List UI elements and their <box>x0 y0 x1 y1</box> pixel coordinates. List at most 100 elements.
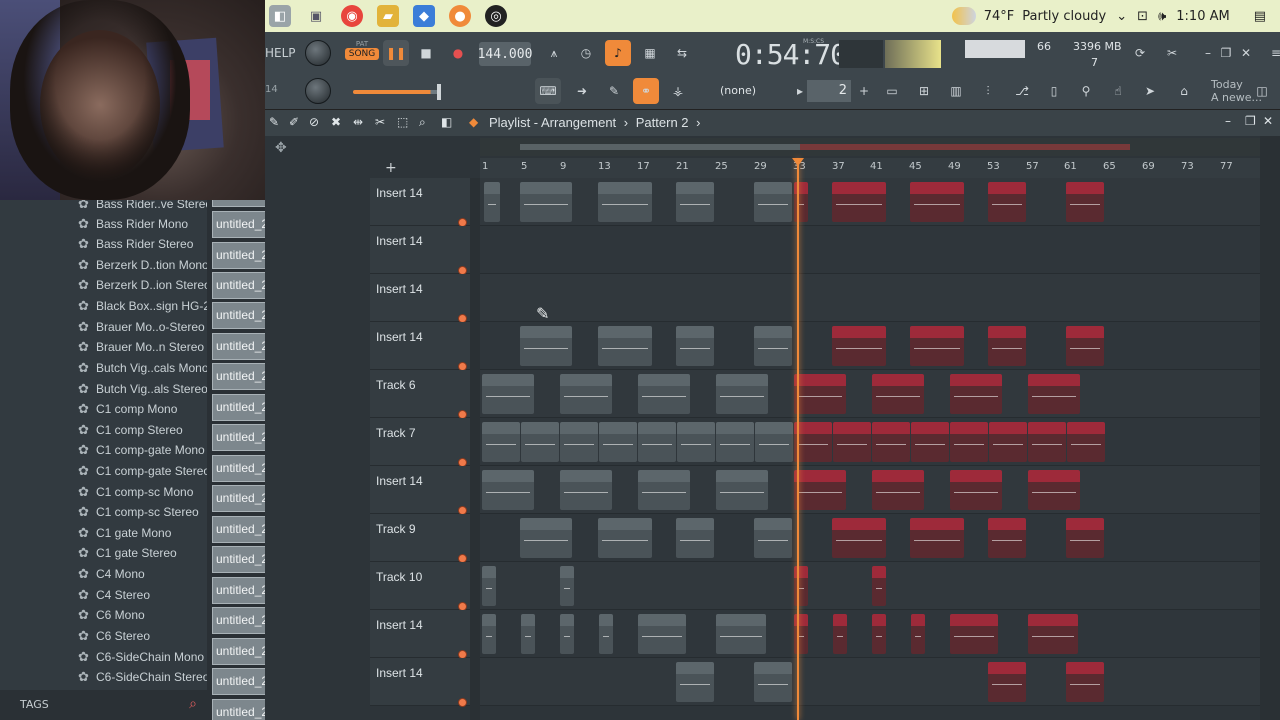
browser-item[interactable]: ✿ Black Box..sign HG-2 <box>78 296 210 316</box>
master-knob[interactable] <box>305 40 331 66</box>
track-lane[interactable]: Pa..1 Pa..1 Pa..1 Pa..1 Pa..2 Pa..2 Pa..… <box>480 418 1260 466</box>
stamp-icon[interactable]: ⚶ <box>665 78 691 104</box>
slip-tool-icon[interactable]: ⇹ <box>353 115 369 131</box>
clip[interactable]: Pa..1 <box>872 422 910 462</box>
browser-item[interactable]: ✿ C1 comp-gate Mono <box>78 440 205 460</box>
restore-icon[interactable]: ❐ <box>1245 114 1256 128</box>
search-icon[interactable]: ⌕ <box>189 696 197 712</box>
track-lane[interactable] <box>480 226 1260 274</box>
clip[interactable]: unti..t 14 <box>638 470 690 510</box>
track-lane[interactable]: ✎ <box>480 274 1260 323</box>
fl-studio-icon[interactable]: ● <box>449 5 471 27</box>
browser-item[interactable]: ✿ C1 comp-gate Stereo <box>78 461 210 481</box>
stop-button[interactable]: ■ <box>413 40 439 66</box>
browser-item[interactable]: ✿ Butch Vig..cals Mono <box>78 358 209 378</box>
clip[interactable]: unti..t 14 <box>520 518 572 558</box>
track-header[interactable]: Insert 14 <box>370 610 480 659</box>
pencil-tool-icon[interactable]: ✎ <box>269 115 285 131</box>
select-tool-icon[interactable]: ⬚ <box>397 115 413 131</box>
clip[interactable]: unti..t 14 <box>910 182 964 222</box>
clip[interactable]: Pa..1 <box>521 422 559 462</box>
close-icon[interactable]: ✕ <box>1263 114 1273 128</box>
browser-item[interactable]: ✿ C4 Mono <box>78 564 145 584</box>
clip[interactable]: Pa..2 <box>638 422 676 462</box>
step-edit-icon[interactable]: ▦ <box>637 40 663 66</box>
track-header[interactable]: Track 7 <box>370 418 480 467</box>
clip[interactable]: unti..t 14 <box>560 470 612 510</box>
snap-icon[interactable]: ✥ <box>275 140 287 156</box>
browser-item[interactable]: ✿ Brauer Mo..o-Stereo <box>78 317 205 337</box>
clip[interactable]: unti..t 14 <box>482 374 534 414</box>
browser-item[interactable]: ✿ Bass Rider Mono <box>78 214 188 234</box>
shop-icon[interactable]: ⌂ <box>1171 78 1197 104</box>
browser-item[interactable]: ✿ C1 comp-sc Stereo <box>78 502 199 522</box>
track-lane[interactable]: unti..t 14 unti..t 14 un..4 un..4 unti..… <box>480 514 1260 562</box>
plugin-icon[interactable]: ⚲ <box>1073 78 1099 104</box>
track-header[interactable]: Insert 14 <box>370 226 480 275</box>
clip[interactable]: unti..t 14 <box>716 470 768 510</box>
browser-item[interactable]: ✿ C6 Mono <box>78 605 145 625</box>
record-button[interactable]: ● <box>445 40 471 66</box>
track-lane[interactable]: unti..t 14 unti..t 14 un..4 un..4 unti..… <box>480 322 1260 370</box>
clip[interactable] <box>484 182 500 222</box>
clip[interactable]: Pa..2 <box>1067 422 1105 462</box>
close-icon[interactable]: ✕ <box>1233 40 1259 66</box>
clip[interactable]: unti..t 14 <box>794 374 846 414</box>
browser-item[interactable]: ✿ Bass Rider Stereo <box>78 234 193 254</box>
track-header[interactable]: Track 6 <box>370 370 480 419</box>
browser-item[interactable]: ✿ Berzerk D..ion Stereo <box>78 275 211 295</box>
pencil-icon[interactable]: ✎ <box>601 78 627 104</box>
clip[interactable]: unti..t 14 <box>832 182 886 222</box>
clip[interactable]: un..4 <box>754 182 792 222</box>
link-icon[interactable]: ⚭ <box>633 78 659 104</box>
piano-icon[interactable]: ⌨ <box>535 78 561 104</box>
clip[interactable]: un..4 <box>1066 662 1104 702</box>
track-led[interactable] <box>458 698 467 707</box>
clip[interactable]: un..4 <box>676 182 714 222</box>
current-pattern[interactable]: Pattern 2 <box>636 115 689 130</box>
song-position[interactable]: 0:54:70 <box>735 38 847 71</box>
clip[interactable]: Pa..2 <box>677 422 715 462</box>
track-lane[interactable]: unti..t 14 unti..t 14 unti..t 14 unti..t… <box>480 466 1260 514</box>
clip[interactable]: Pa..2 <box>755 422 793 462</box>
clip[interactable] <box>872 614 886 654</box>
clip[interactable]: Pa..1 <box>560 422 598 462</box>
track-header[interactable]: Insert 14 <box>370 322 480 371</box>
time-ruler[interactable]: 1 5 9 13 17 21 25 29 33 37 41 45 49 53 5… <box>480 158 1260 178</box>
project-icon[interactable]: ▯ <box>1041 78 1067 104</box>
clip[interactable]: unti..t 14 <box>598 326 652 366</box>
clip[interactable]: unti..t 14 <box>910 326 964 366</box>
clip[interactable] <box>482 566 496 606</box>
clip[interactable]: un..4 <box>676 662 714 702</box>
step-value[interactable]: 2 <box>807 80 851 102</box>
clip[interactable]: unti..t 14 <box>598 182 652 222</box>
clip[interactable]: un..4 <box>1066 518 1104 558</box>
speaker-icon[interactable]: 🕪 <box>1158 9 1166 24</box>
clip[interactable]: unti..t 14 <box>1028 470 1080 510</box>
app-icon[interactable]: ◧ <box>269 5 291 27</box>
clip[interactable]: unti..t 14 <box>910 518 964 558</box>
clip[interactable]: unti..t 14 <box>832 326 886 366</box>
folder-icon[interactable]: ▰ <box>377 5 399 27</box>
tools-icon[interactable]: ✂ <box>1159 40 1185 66</box>
clip[interactable] <box>599 614 613 654</box>
add-track-icon[interactable]: + <box>385 160 397 176</box>
cloud-icon[interactable]: ➤ <box>1137 78 1163 104</box>
countdown-icon[interactable]: ♪ <box>605 40 631 66</box>
track-header[interactable]: Track 9 <box>370 514 480 563</box>
notification-icon[interactable]: ▤ <box>1254 9 1266 24</box>
track-header[interactable]: Insert 14 <box>370 658 480 707</box>
arrow-icon[interactable]: ➜ <box>569 78 595 104</box>
clip[interactable]: un..4 <box>988 662 1026 702</box>
browser-item[interactable]: ✿ C4 Stereo <box>78 585 150 605</box>
chevron-right-icon[interactable]: › <box>696 115 700 130</box>
news-icon[interactable]: ◫ <box>1249 78 1275 104</box>
master-volume-handle[interactable] <box>437 84 441 100</box>
browser-item[interactable]: ✿ C6 Stereo <box>78 626 150 646</box>
clip[interactable]: unti..t 14 <box>638 374 690 414</box>
plus-icon[interactable]: + <box>851 78 877 104</box>
obs-icon[interactable]: ◎ <box>485 5 507 27</box>
clip[interactable]: unti..t 14 <box>560 374 612 414</box>
track-lane[interactable] <box>480 562 1260 610</box>
clip[interactable]: Pa..2 <box>950 422 988 462</box>
